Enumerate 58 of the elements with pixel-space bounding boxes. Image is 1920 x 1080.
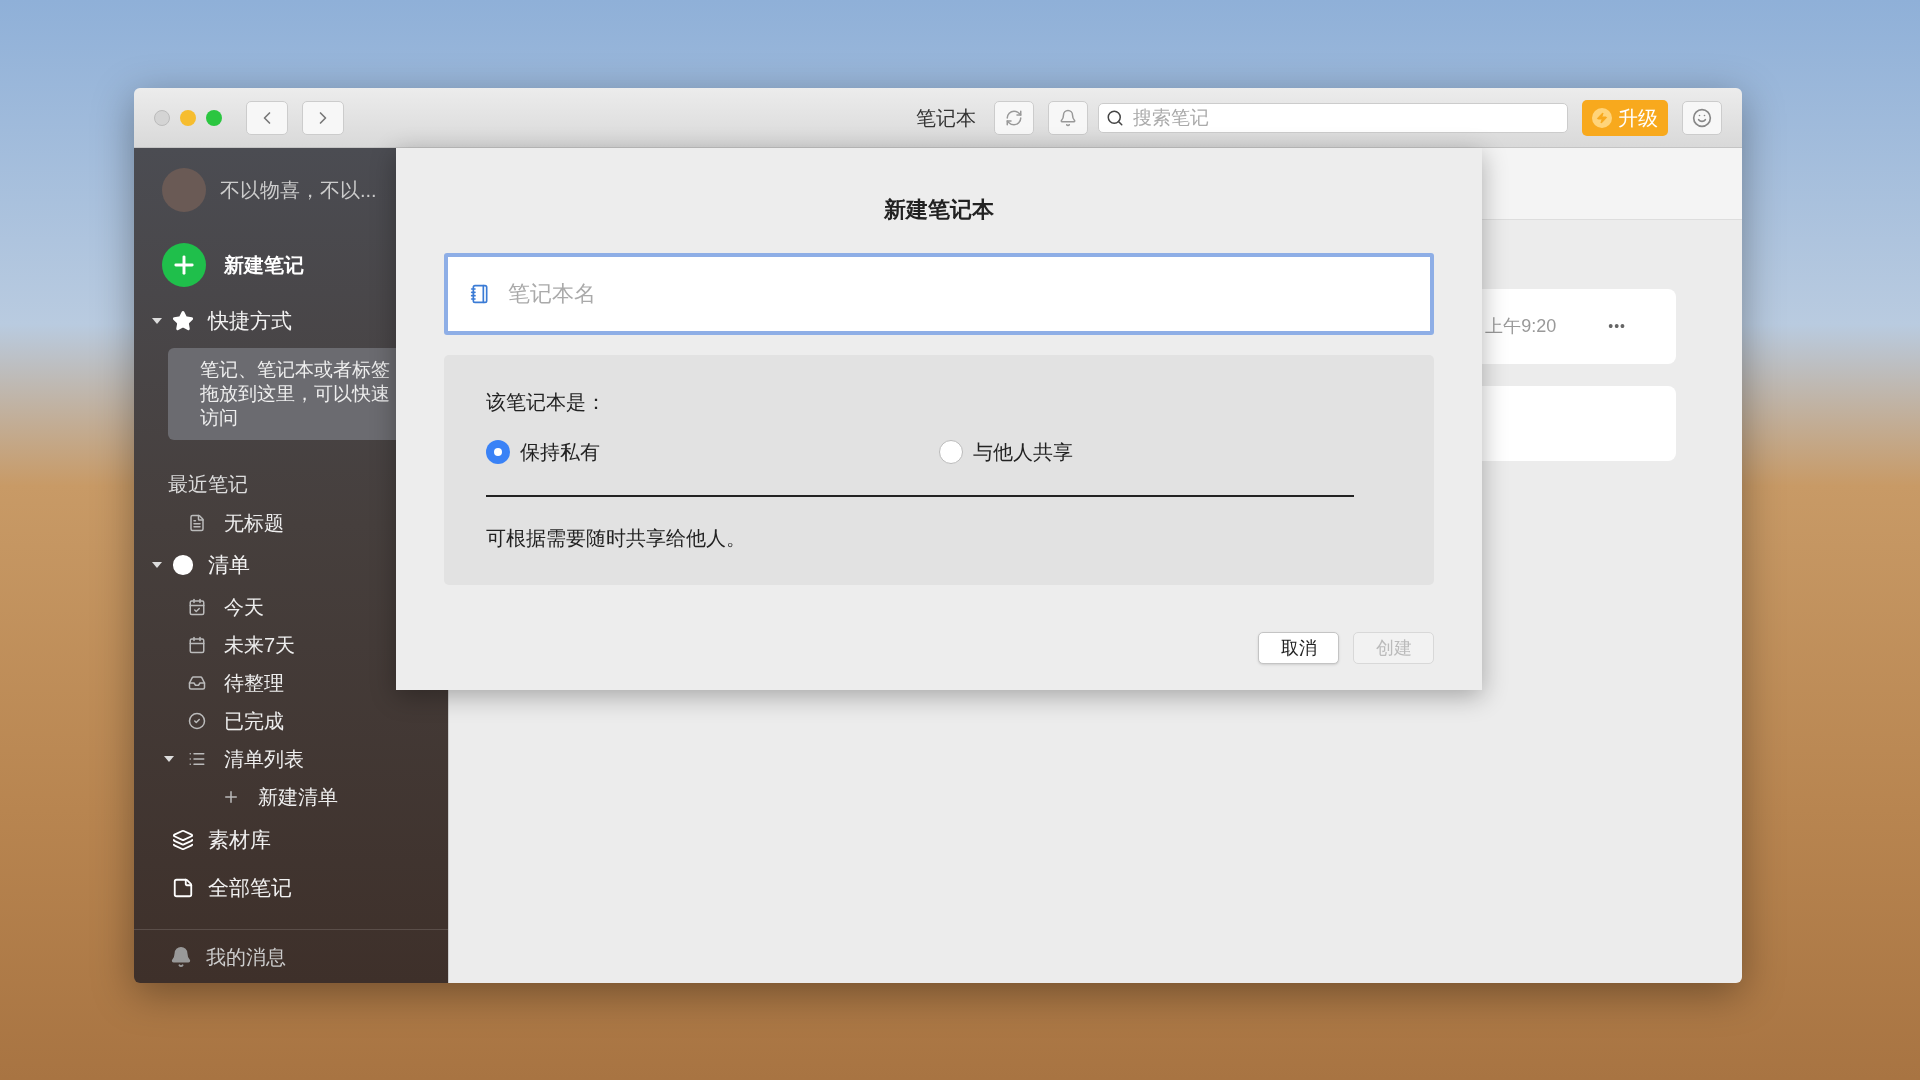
sidebar-item[interactable]: 待整理 xyxy=(224,668,284,698)
avatar[interactable] xyxy=(162,168,206,212)
search-field[interactable]: 搜索笔记 xyxy=(1098,102,1568,133)
calendar-check-icon xyxy=(188,598,206,616)
sharing-question: 该笔记本是： xyxy=(486,390,607,415)
sidebar-item[interactable]: 素材库 xyxy=(208,824,271,856)
plus-icon xyxy=(222,788,240,806)
sidebar-item[interactable]: 新建清单 xyxy=(258,782,338,812)
sidebar-item[interactable]: 今天 xyxy=(224,592,264,622)
forward-button[interactable] xyxy=(302,100,344,135)
note-icon xyxy=(188,514,206,532)
notes-icon xyxy=(172,877,194,899)
new-note-button[interactable]: 新建笔记 xyxy=(224,250,304,280)
sidebar-item[interactable]: 未来7天 xyxy=(224,630,296,660)
note-time: 上午9:20 xyxy=(1485,315,1557,338)
window-title: 笔记本 xyxy=(916,105,976,131)
sidebar-item[interactable]: 快捷方式 xyxy=(208,305,292,337)
sidebar-item[interactable]: 已完成 xyxy=(224,706,284,736)
search-icon xyxy=(1106,108,1124,127)
sync-button[interactable] xyxy=(994,100,1034,135)
sharing-note: 可根据需要随时共享给他人。 xyxy=(486,526,747,551)
list-icon xyxy=(188,750,206,768)
sidebar-item[interactable]: 清单 xyxy=(208,549,250,581)
account-button[interactable] xyxy=(1682,100,1722,135)
plus-icon[interactable] xyxy=(162,243,206,287)
notebook-icon xyxy=(470,284,490,304)
radio-button[interactable] xyxy=(939,440,963,464)
back-button[interactable] xyxy=(246,100,288,135)
close-button[interactable] xyxy=(154,109,170,126)
bell-icon xyxy=(170,945,192,968)
messages-item[interactable]: 我的消息 xyxy=(206,941,286,972)
stack-icon xyxy=(172,829,194,851)
radio-button[interactable] xyxy=(486,440,510,464)
smiley-icon xyxy=(1692,107,1712,128)
refresh-icon xyxy=(1005,108,1023,127)
zoom-button[interactable] xyxy=(206,109,222,126)
dialog-button[interactable]: 取消 xyxy=(1258,632,1339,664)
notebook-name-field[interactable]: 笔记本名 xyxy=(444,253,1434,335)
more-button[interactable]: ••• xyxy=(1608,316,1626,337)
minimize-button[interactable] xyxy=(180,109,196,126)
lightning-icon xyxy=(1592,107,1612,128)
sidebar-item[interactable]: 无标题 xyxy=(224,508,284,538)
radio-label[interactable]: 保持私有 xyxy=(520,437,600,467)
radio-label[interactable]: 与他人共享 xyxy=(973,437,1073,467)
shortcut-drop-hint: 笔记、笔记本或者标签拖放到这里，可以快速访问 xyxy=(168,348,396,440)
caret-icon[interactable] xyxy=(152,562,162,568)
dialog-title: 新建笔记本 xyxy=(884,196,994,224)
inbox-icon xyxy=(188,674,206,692)
star-icon xyxy=(172,310,194,332)
section-heading: 最近笔记 xyxy=(167,472,249,497)
bell-icon xyxy=(1059,108,1077,127)
account-name[interactable]: 不以物喜，不以... xyxy=(220,175,377,205)
caret-icon[interactable] xyxy=(152,318,162,324)
calendar-icon xyxy=(188,636,206,654)
sidebar-item[interactable]: 清单列表 xyxy=(224,744,304,774)
caret-icon[interactable] xyxy=(164,756,174,762)
notification-button[interactable] xyxy=(1048,100,1088,135)
sidebar-item[interactable]: 全部笔记 xyxy=(208,872,292,904)
